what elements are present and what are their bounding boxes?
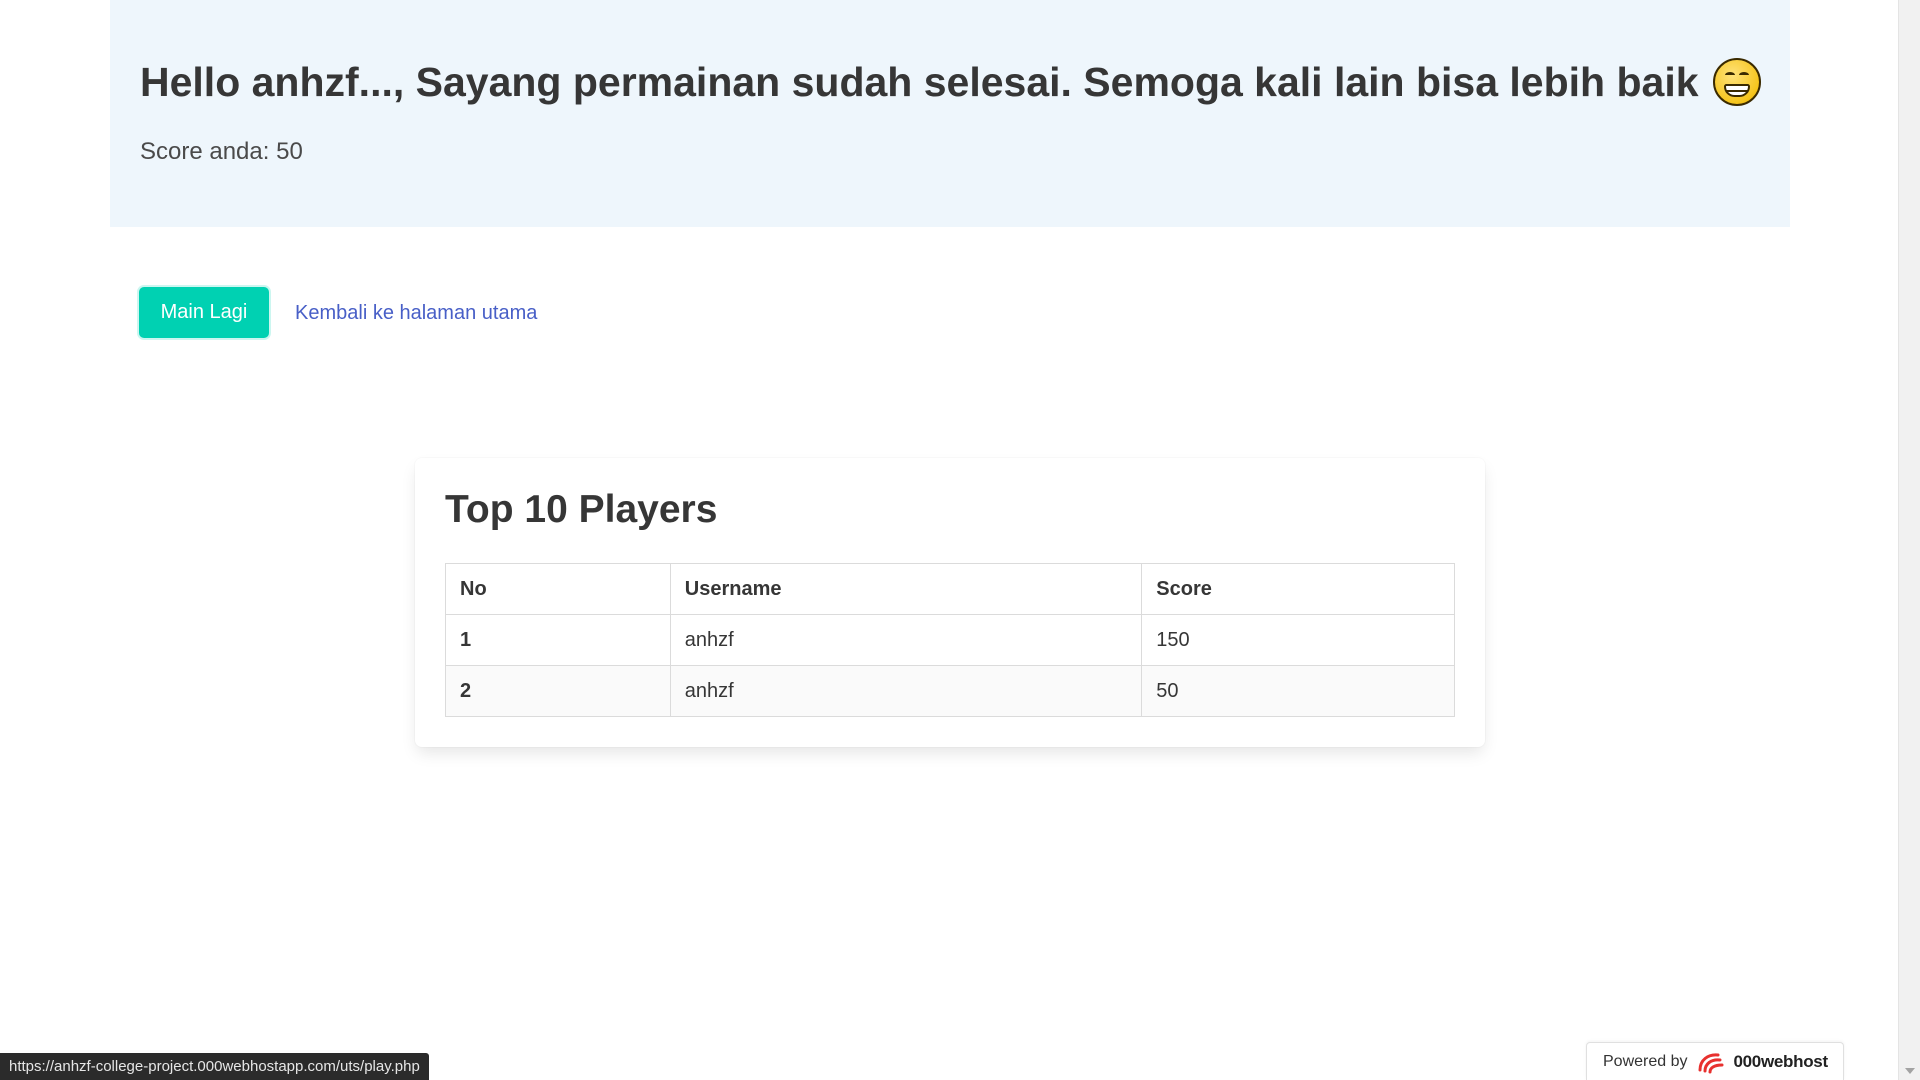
row-username: anhzf	[669, 614, 1143, 666]
column-header-username: Username	[669, 563, 1143, 615]
scrollbar-thumb[interactable]	[1903, 0, 1916, 1052]
scroll-down-arrow-icon[interactable]	[1905, 1068, 1915, 1074]
row-username: anhzf	[669, 665, 1143, 717]
000webhost-logo-icon	[1698, 1052, 1723, 1073]
table-row: 1 anhzf 150	[445, 614, 1455, 666]
back-to-home-link[interactable]: Kembali ke halaman utama	[295, 302, 537, 325]
brand-name: 000webhost	[1733, 1051, 1829, 1071]
page-viewport: Hello anhzf..., Sayang permainan sudah s…	[0, 0, 1898, 1080]
leaderboard-title: Top 10 Players	[445, 488, 718, 531]
play-again-button[interactable]: Main Lagi	[139, 287, 269, 338]
column-header-no: No	[445, 563, 671, 615]
vertical-scrollbar[interactable]	[1898, 0, 1920, 1080]
powered-by-badge[interactable]: Powered by 000webhost	[1586, 1042, 1844, 1080]
powered-by-text: Powered by	[1603, 1052, 1688, 1070]
row-rank: 1	[445, 614, 671, 666]
table-header-row: No Username Score	[445, 563, 1455, 615]
row-score: 150	[1141, 614, 1455, 666]
score-text: Score anda: 50	[140, 138, 303, 165]
grinning-face-icon	[1712, 58, 1761, 106]
leaderboard-table: No Username Score 1 anhzf 150 2 anhzf 50	[445, 563, 1455, 717]
hero-title: Hello anhzf..., Sayang permainan sudah s…	[140, 58, 1761, 106]
leaderboard-card: Top 10 Players No Username Score 1 anhzf…	[415, 458, 1485, 747]
column-header-score: Score	[1141, 563, 1455, 615]
row-rank: 2	[445, 665, 671, 717]
game-over-hero: Hello anhzf..., Sayang permainan sudah s…	[110, 0, 1790, 227]
table-row: 2 anhzf 50	[445, 665, 1455, 717]
status-bar-url: https://anhzf-college-project.000webhost…	[0, 1053, 429, 1080]
row-score: 50	[1141, 665, 1455, 717]
hero-title-text: Hello anhzf..., Sayang permainan sudah s…	[140, 58, 1699, 105]
